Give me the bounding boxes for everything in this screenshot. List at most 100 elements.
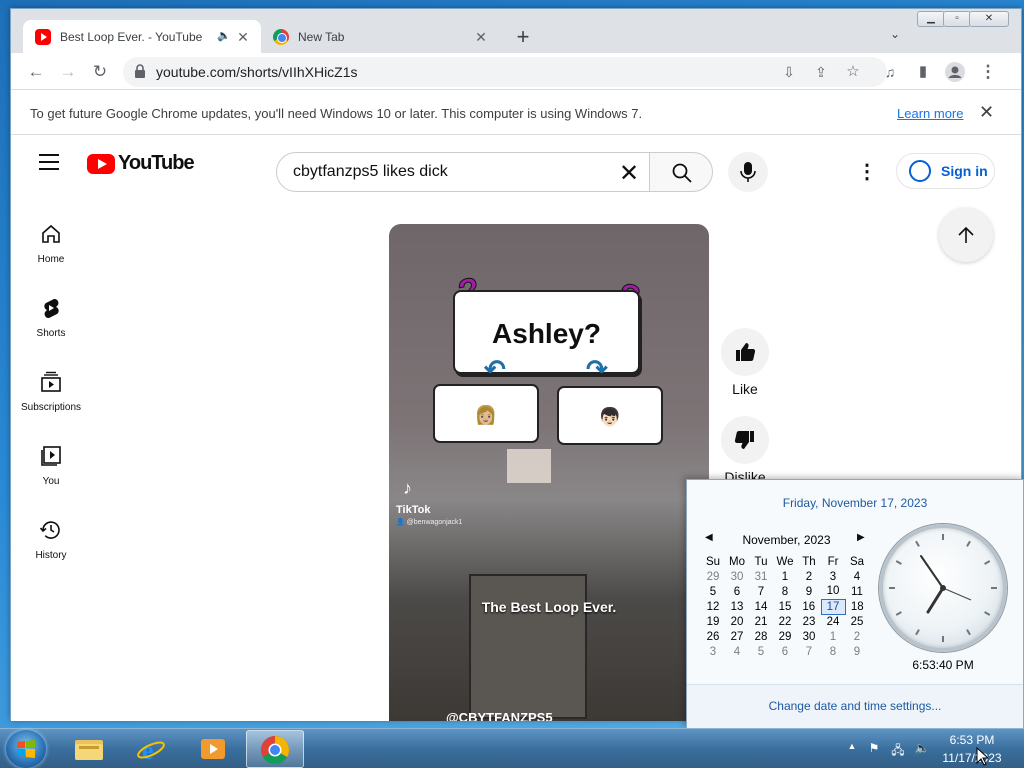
youtube-logo[interactable]: YouTube [87, 152, 195, 175]
calendar-day[interactable]: 30 [725, 569, 749, 584]
settings-more-icon[interactable]: ⋮ [857, 160, 877, 184]
calendar-day[interactable]: 14 [749, 599, 773, 614]
calendar-day[interactable]: 12 [701, 599, 725, 614]
calendar-day[interactable]: 21 [749, 614, 773, 629]
learn-more-link[interactable]: Learn more [897, 106, 963, 121]
nav-subscriptions[interactable]: Subscriptions [11, 370, 91, 413]
voice-search-button[interactable] [728, 152, 768, 192]
install-app-icon[interactable]: ⇩ [778, 61, 800, 83]
close-tab-icon[interactable]: ✕ [235, 29, 251, 45]
calendar-day[interactable]: 22 [773, 614, 797, 629]
hamburger-menu-icon[interactable] [39, 154, 59, 170]
tab-new-tab[interactable]: New Tab ✕ [261, 20, 499, 53]
side-panel-icon[interactable]: ▮ [912, 61, 934, 83]
calendar-day[interactable]: 6 [773, 644, 797, 659]
taskbar-clock-date[interactable]: 11/17/2023 [936, 751, 1008, 765]
nav-shorts[interactable]: Shorts [11, 296, 91, 339]
calendar-day[interactable]: 26 [701, 629, 725, 644]
calendar-day[interactable]: 5 [701, 584, 725, 599]
back-icon[interactable]: ← [25, 61, 47, 83]
chrome-menu-icon[interactable]: ⋮ [977, 61, 999, 83]
taskbar-chrome[interactable] [246, 730, 304, 768]
calendar-day[interactable]: 18 [845, 599, 869, 614]
calendar-day[interactable]: 13 [725, 599, 749, 614]
calendar-day[interactable]: 31 [749, 569, 773, 584]
tab-youtube[interactable]: Best Loop Ever. - YouTube 🔈 ✕ [23, 20, 261, 53]
reload-icon[interactable]: ↻ [89, 61, 111, 83]
calendar-day[interactable]: 9 [845, 644, 869, 659]
change-date-time-link[interactable]: Change date and time settings... [687, 699, 1023, 713]
calendar-day[interactable]: 4 [845, 569, 869, 584]
calendar-day[interactable]: 19 [701, 614, 725, 629]
close-tab-icon[interactable]: ✕ [473, 29, 489, 45]
calendar-day[interactable]: 4 [725, 644, 749, 659]
calendar-day-today[interactable]: 17 [820, 598, 846, 615]
taskbar-explorer[interactable] [60, 730, 118, 768]
new-tab-button[interactable]: + [511, 26, 535, 50]
channel-name[interactable]: @CBYTFANZPS5 [446, 710, 553, 721]
calendar-day[interactable]: 16 [797, 599, 821, 614]
calendar-month-label[interactable]: November, 2023 [729, 533, 844, 547]
calendar-day[interactable]: 9 [797, 584, 821, 599]
address-bar[interactable]: youtube.com/shorts/vIIhXHicZ1s ⇩ ⇪ ☆ [123, 57, 887, 87]
calendar-day[interactable]: 3 [701, 644, 725, 659]
calendar-day[interactable]: 25 [845, 614, 869, 629]
network-icon[interactable]: 🖧 [890, 741, 906, 757]
taskbar-clock-time[interactable]: 6:53 PM [936, 733, 1008, 747]
calendar-day[interactable]: 23 [797, 614, 821, 629]
calendar-day[interactable]: 11 [845, 584, 869, 599]
search-button[interactable] [649, 152, 713, 192]
calendar-day[interactable]: 5 [749, 644, 773, 659]
bookmark-star-icon[interactable]: ☆ [842, 61, 864, 83]
calendar-day[interactable]: 1 [773, 569, 797, 584]
calendar-day[interactable]: 8 [773, 584, 797, 599]
calendar-day[interactable]: 15 [773, 599, 797, 614]
like-button[interactable] [721, 328, 769, 376]
share-icon[interactable]: ⇪ [810, 61, 832, 83]
profile-icon[interactable] [944, 61, 966, 83]
maximize-button[interactable]: ▫ [943, 11, 971, 27]
nav-history[interactable]: History [11, 518, 91, 561]
taskbar-ie[interactable]: e [122, 730, 180, 768]
calendar-day[interactable]: 6 [725, 584, 749, 599]
sign-in-button[interactable]: Sign in [896, 153, 995, 189]
nav-home[interactable]: Home [11, 222, 91, 265]
url-text[interactable]: youtube.com/shorts/vIIhXHicZ1s [156, 64, 358, 80]
nav-you[interactable]: You [11, 444, 91, 487]
calendar-day[interactable]: 27 [725, 629, 749, 644]
long-date-link[interactable]: Friday, November 17, 2023 [687, 496, 1023, 510]
calendar-day[interactable]: 7 [797, 644, 821, 659]
search-query-text[interactable]: cbytfanzps5 likes dick [293, 163, 448, 181]
previous-video-button[interactable] [939, 208, 993, 262]
calendar-day[interactable]: 30 [797, 629, 821, 644]
volume-icon[interactable]: 🔈 [914, 741, 930, 757]
close-window-button[interactable]: ✕ [969, 11, 1009, 27]
lock-icon[interactable] [134, 64, 146, 78]
forward-icon[interactable]: → [57, 61, 79, 83]
speaker-icon[interactable]: 🔈 [217, 29, 231, 42]
search-input[interactable]: cbytfanzps5 likes dick ✕ [276, 152, 650, 192]
calendar-day[interactable]: 20 [725, 614, 749, 629]
tab-search-icon[interactable]: ⌄ [886, 27, 904, 45]
taskbar-media-player[interactable] [184, 730, 242, 768]
clear-search-icon[interactable]: ✕ [619, 159, 639, 188]
prev-month-icon[interactable]: ◀ [705, 532, 713, 543]
show-hidden-icons-icon[interactable]: ▲ [844, 741, 860, 757]
media-control-icon[interactable]: ♫ [879, 61, 901, 83]
calendar-day[interactable]: 10 [821, 584, 845, 599]
calendar-day[interactable]: 2 [845, 629, 869, 644]
calendar-day[interactable]: 24 [821, 614, 845, 629]
close-infobar-icon[interactable]: ✕ [979, 102, 994, 123]
calendar-day[interactable]: 8 [821, 644, 845, 659]
action-center-icon[interactable]: ⚑ [866, 741, 882, 757]
shorts-video-player[interactable]: ? ? Ashley? ↶ ↷ 👩🏼 👦🏻 ♪ TikTok 👤 @benwag… [389, 224, 709, 721]
start-button[interactable] [6, 730, 46, 768]
calendar-day[interactable]: 1 [821, 629, 845, 644]
calendar-day[interactable]: 29 [773, 629, 797, 644]
calendar-day[interactable]: 7 [749, 584, 773, 599]
calendar-day[interactable]: 28 [749, 629, 773, 644]
next-month-icon[interactable]: ▶ [857, 532, 865, 543]
dislike-button[interactable] [721, 416, 769, 464]
calendar-day[interactable]: 2 [797, 569, 821, 584]
minimize-button[interactable]: ▁ [917, 11, 945, 27]
